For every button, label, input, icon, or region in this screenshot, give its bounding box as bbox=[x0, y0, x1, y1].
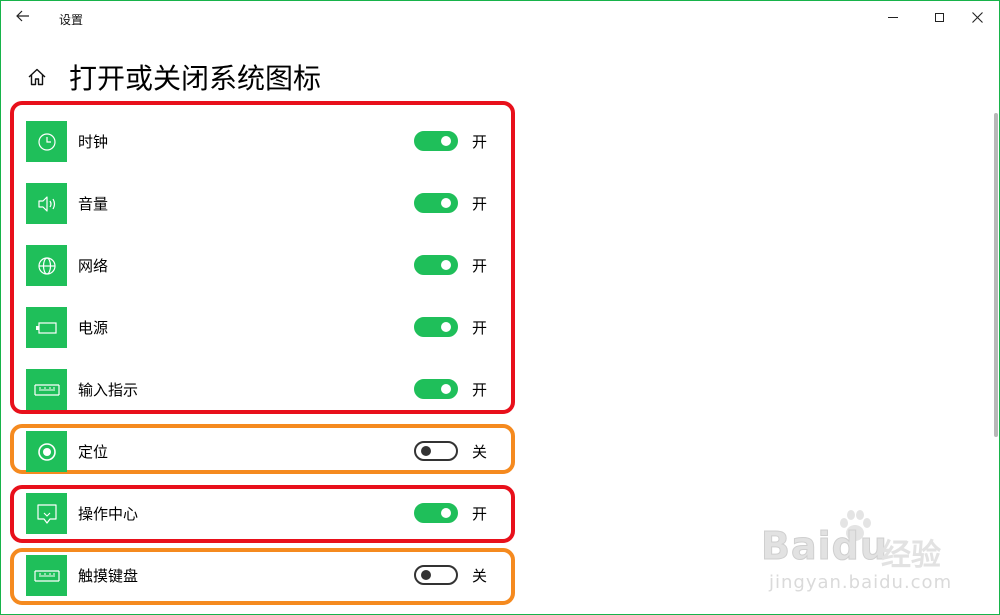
network-globe-icon bbox=[26, 245, 67, 286]
setting-row-action-center: 操作中心 开 bbox=[26, 493, 496, 535]
watermark-url: jingyan.baidu.com bbox=[769, 572, 953, 593]
back-arrow-icon[interactable] bbox=[11, 5, 35, 27]
setting-label: 输入指示 bbox=[78, 381, 139, 399]
clock-icon bbox=[26, 121, 67, 162]
toggle-state-label: 开 bbox=[472, 319, 488, 337]
toggle-state-label: 关 bbox=[472, 567, 488, 585]
setting-row-touch-keyboard: 触摸键盘 关 bbox=[26, 555, 496, 597]
window-title: 设置 bbox=[59, 13, 84, 27]
close-icon[interactable] bbox=[954, 1, 1000, 33]
home-icon[interactable] bbox=[25, 65, 49, 89]
baidu-watermark: Baidu 经验 jingyan.baidu.com bbox=[761, 506, 991, 601]
setting-label: 触摸键盘 bbox=[78, 567, 139, 585]
toggle-state-label: 开 bbox=[472, 257, 488, 275]
watermark-brand: Baidu bbox=[761, 524, 888, 569]
toggle-state-label: 开 bbox=[472, 381, 488, 399]
setting-label: 网络 bbox=[78, 257, 109, 275]
toggle-state-label: 开 bbox=[472, 505, 488, 523]
title-bar: 设置 bbox=[1, 1, 999, 33]
setting-label: 定位 bbox=[78, 443, 109, 461]
setting-row-location: 定位 关 bbox=[26, 431, 496, 473]
toggle-state-label: 开 bbox=[472, 195, 488, 213]
action-center-icon bbox=[26, 493, 67, 534]
toggle-switch[interactable] bbox=[414, 317, 458, 337]
keyboard-icon bbox=[26, 369, 67, 410]
setting-label: 音量 bbox=[78, 195, 109, 213]
toggle-switch[interactable] bbox=[414, 193, 458, 213]
toggle-switch[interactable] bbox=[414, 503, 458, 523]
toggle-switch[interactable] bbox=[414, 255, 458, 275]
setting-row-power: 电源 开 bbox=[26, 307, 496, 349]
setting-label: 电源 bbox=[78, 319, 109, 337]
minimize-icon[interactable] bbox=[870, 1, 916, 33]
setting-row-input-indicator: 输入指示 开 bbox=[26, 369, 496, 411]
settings-window: 设置 打开或关闭系统图标 时钟 开 音量 开 网络 开 电源 开 输入指示 开 … bbox=[0, 0, 1000, 615]
volume-icon bbox=[26, 183, 67, 224]
location-icon bbox=[26, 431, 67, 472]
setting-row-volume: 音量 开 bbox=[26, 183, 496, 225]
setting-label: 操作中心 bbox=[78, 505, 139, 523]
watermark-cn-text: 经验 bbox=[881, 538, 941, 573]
toggle-switch[interactable] bbox=[414, 131, 458, 151]
toggle-switch[interactable] bbox=[414, 441, 458, 461]
setting-row-network: 网络 开 bbox=[26, 245, 496, 287]
toggle-switch[interactable] bbox=[414, 379, 458, 399]
toggle-state-label: 关 bbox=[472, 443, 488, 461]
toggle-switch[interactable] bbox=[414, 565, 458, 585]
toggle-state-label: 开 bbox=[472, 133, 488, 151]
touch-keyboard-icon bbox=[26, 555, 67, 596]
power-battery-icon bbox=[26, 307, 67, 348]
page-title: 打开或关闭系统图标 bbox=[69, 62, 322, 95]
setting-label: 时钟 bbox=[78, 133, 109, 151]
scrollbar[interactable] bbox=[994, 113, 998, 437]
setting-row-clock: 时钟 开 bbox=[26, 121, 496, 163]
